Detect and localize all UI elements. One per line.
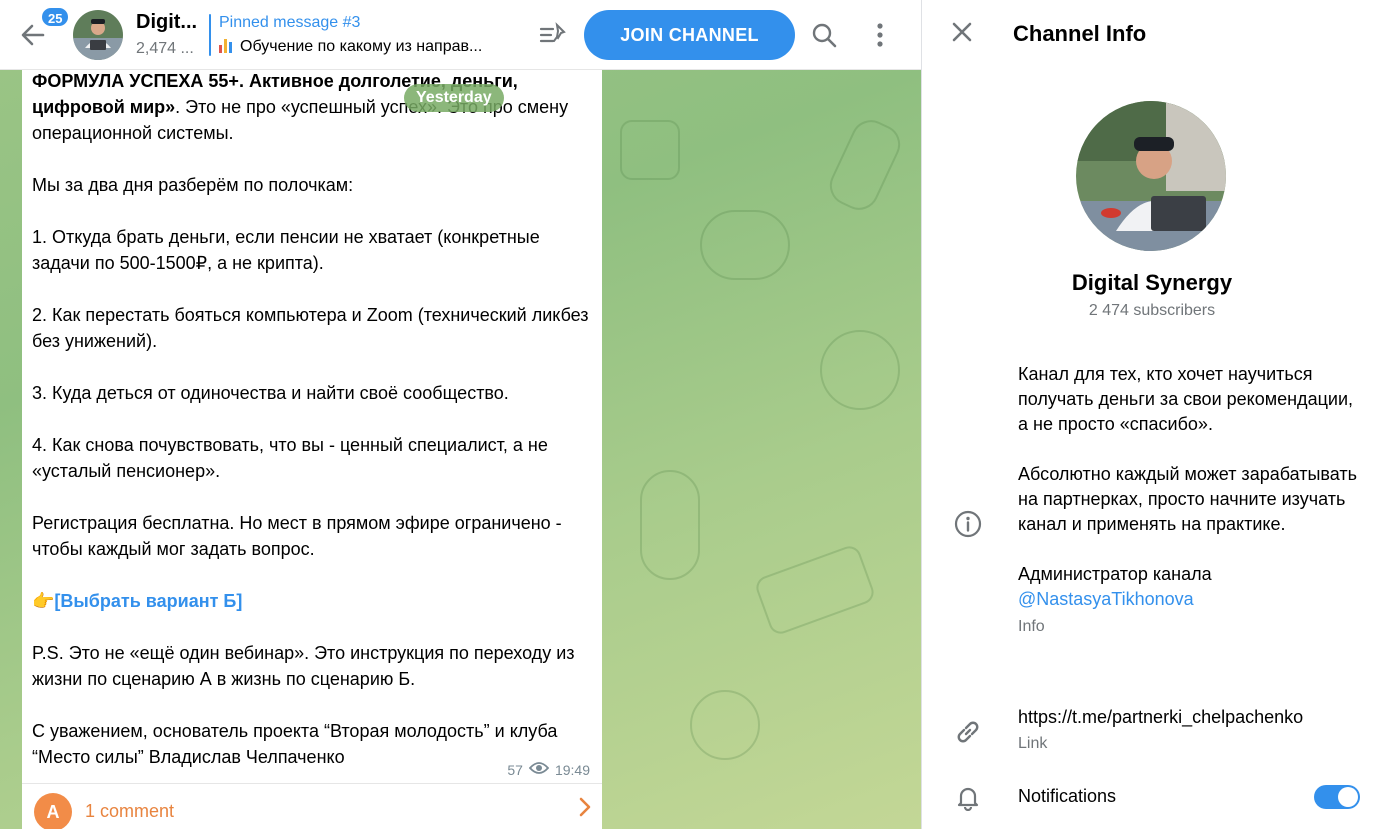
comments-button[interactable]: A 1 comment — [22, 783, 602, 829]
wallpaper-doodle — [620, 120, 680, 180]
notifications-label: Notifications — [1018, 786, 1117, 806]
pinned-list-icon[interactable] — [538, 20, 568, 50]
post-time: 19:49 — [554, 761, 590, 778]
channel-avatar[interactable] — [73, 10, 123, 60]
description-paragraph: Абсолютно каждый может зарабатывать на п… — [1018, 464, 1358, 534]
channel-description: Канал для тех, кто хочет научиться получ… — [1018, 362, 1358, 639]
choose-variant-link[interactable]: [Выбрать вариант Б] — [54, 591, 242, 611]
date-separator: Yesterday — [404, 84, 504, 112]
chat-area: 25 Digit... 2,474 ... Pinned message #3 … — [0, 0, 921, 829]
post-paragraph: 1. Откуда брать деньги, если пенсии не х… — [32, 227, 540, 273]
panel-title: Channel Info — [1013, 21, 1147, 46]
pointing-hand-icon: 👉 — [32, 591, 55, 611]
wallpaper-doodle — [823, 113, 907, 217]
post-paragraph: 3. Куда деться от одиночества и найти св… — [32, 383, 509, 403]
wallpaper-doodle — [640, 470, 700, 580]
unread-count-badge: 25 — [40, 6, 71, 28]
admin-label: Администратор канала — [1018, 564, 1212, 584]
info-row-label: Info — [1018, 618, 1045, 635]
search-icon[interactable] — [810, 21, 838, 49]
post-text: ФОРМУЛА УСПЕХА 55+. Активное долголетие,… — [32, 66, 597, 796]
info-icon — [954, 510, 982, 538]
subscribers-count: 2 474 subscribers — [1088, 302, 1216, 319]
views-count: 57 — [507, 761, 523, 778]
wallpaper-doodle — [700, 210, 790, 280]
channel-link[interactable]: https://t.me/partnerki_chelpachenko — [1018, 707, 1303, 728]
post-paragraph: Мы за два дня разберём по полочкам: — [32, 175, 354, 195]
commenter-avatar: A — [34, 793, 72, 829]
channel-subscribers: 2,474 ... — [136, 40, 194, 57]
description-paragraph: Канал для тех, кто хочет научиться получ… — [1018, 364, 1353, 434]
channel-title[interactable]: Digit... — [136, 11, 197, 34]
close-icon[interactable] — [950, 20, 978, 50]
eye-icon — [528, 761, 550, 778]
channel-info-panel: Channel Info Digital Synergy 2 474 subsc… — [921, 0, 1381, 829]
post-paragraph: 4. Как снова почувствовать, что вы - цен… — [32, 435, 548, 481]
pinned-message-title[interactable]: Pinned message #3 — [219, 14, 360, 32]
post-paragraph: Регистрация бесплатна. Но мест в прямом … — [32, 513, 562, 559]
pinned-message-text[interactable]: Обучение по какому из направ... — [219, 38, 519, 56]
wallpaper-doodle — [690, 690, 760, 760]
bell-icon — [954, 783, 982, 812]
pinned-indicator-bar — [209, 14, 211, 56]
post-paragraph: P.S. Это не «ещё один вебинар». Это инст… — [32, 643, 575, 689]
channel-post: ФОРМУЛА УСПЕХА 55+. Активное долголетие,… — [22, 60, 602, 790]
link-icon — [954, 718, 982, 746]
link-row-label: Link — [1018, 735, 1048, 752]
admin-mention-link[interactable]: @NastasyaTikhonova — [1018, 587, 1358, 612]
post-meta: 57 19:49 — [507, 761, 590, 778]
channel-name: Digital Synergy — [1071, 270, 1233, 295]
notifications-toggle[interactable] — [1314, 785, 1360, 809]
post-paragraph: 2. Как перестать бояться компьютера и Zo… — [32, 305, 589, 351]
chat-header: 25 Digit... 2,474 ... Pinned message #3 … — [0, 0, 921, 70]
bar-chart-icon — [219, 39, 234, 53]
channel-avatar-large[interactable] — [1076, 101, 1226, 251]
wallpaper-doodle — [753, 542, 877, 638]
wallpaper-doodle — [820, 330, 900, 410]
comments-count-label: 1 comment — [85, 801, 175, 821]
join-channel-button[interactable]: JOIN CHANNEL — [584, 10, 795, 60]
pinned-message-preview: Обучение по какому из направ... — [240, 38, 483, 55]
more-options-icon[interactable] — [866, 21, 894, 49]
chevron-right-icon — [578, 796, 592, 825]
